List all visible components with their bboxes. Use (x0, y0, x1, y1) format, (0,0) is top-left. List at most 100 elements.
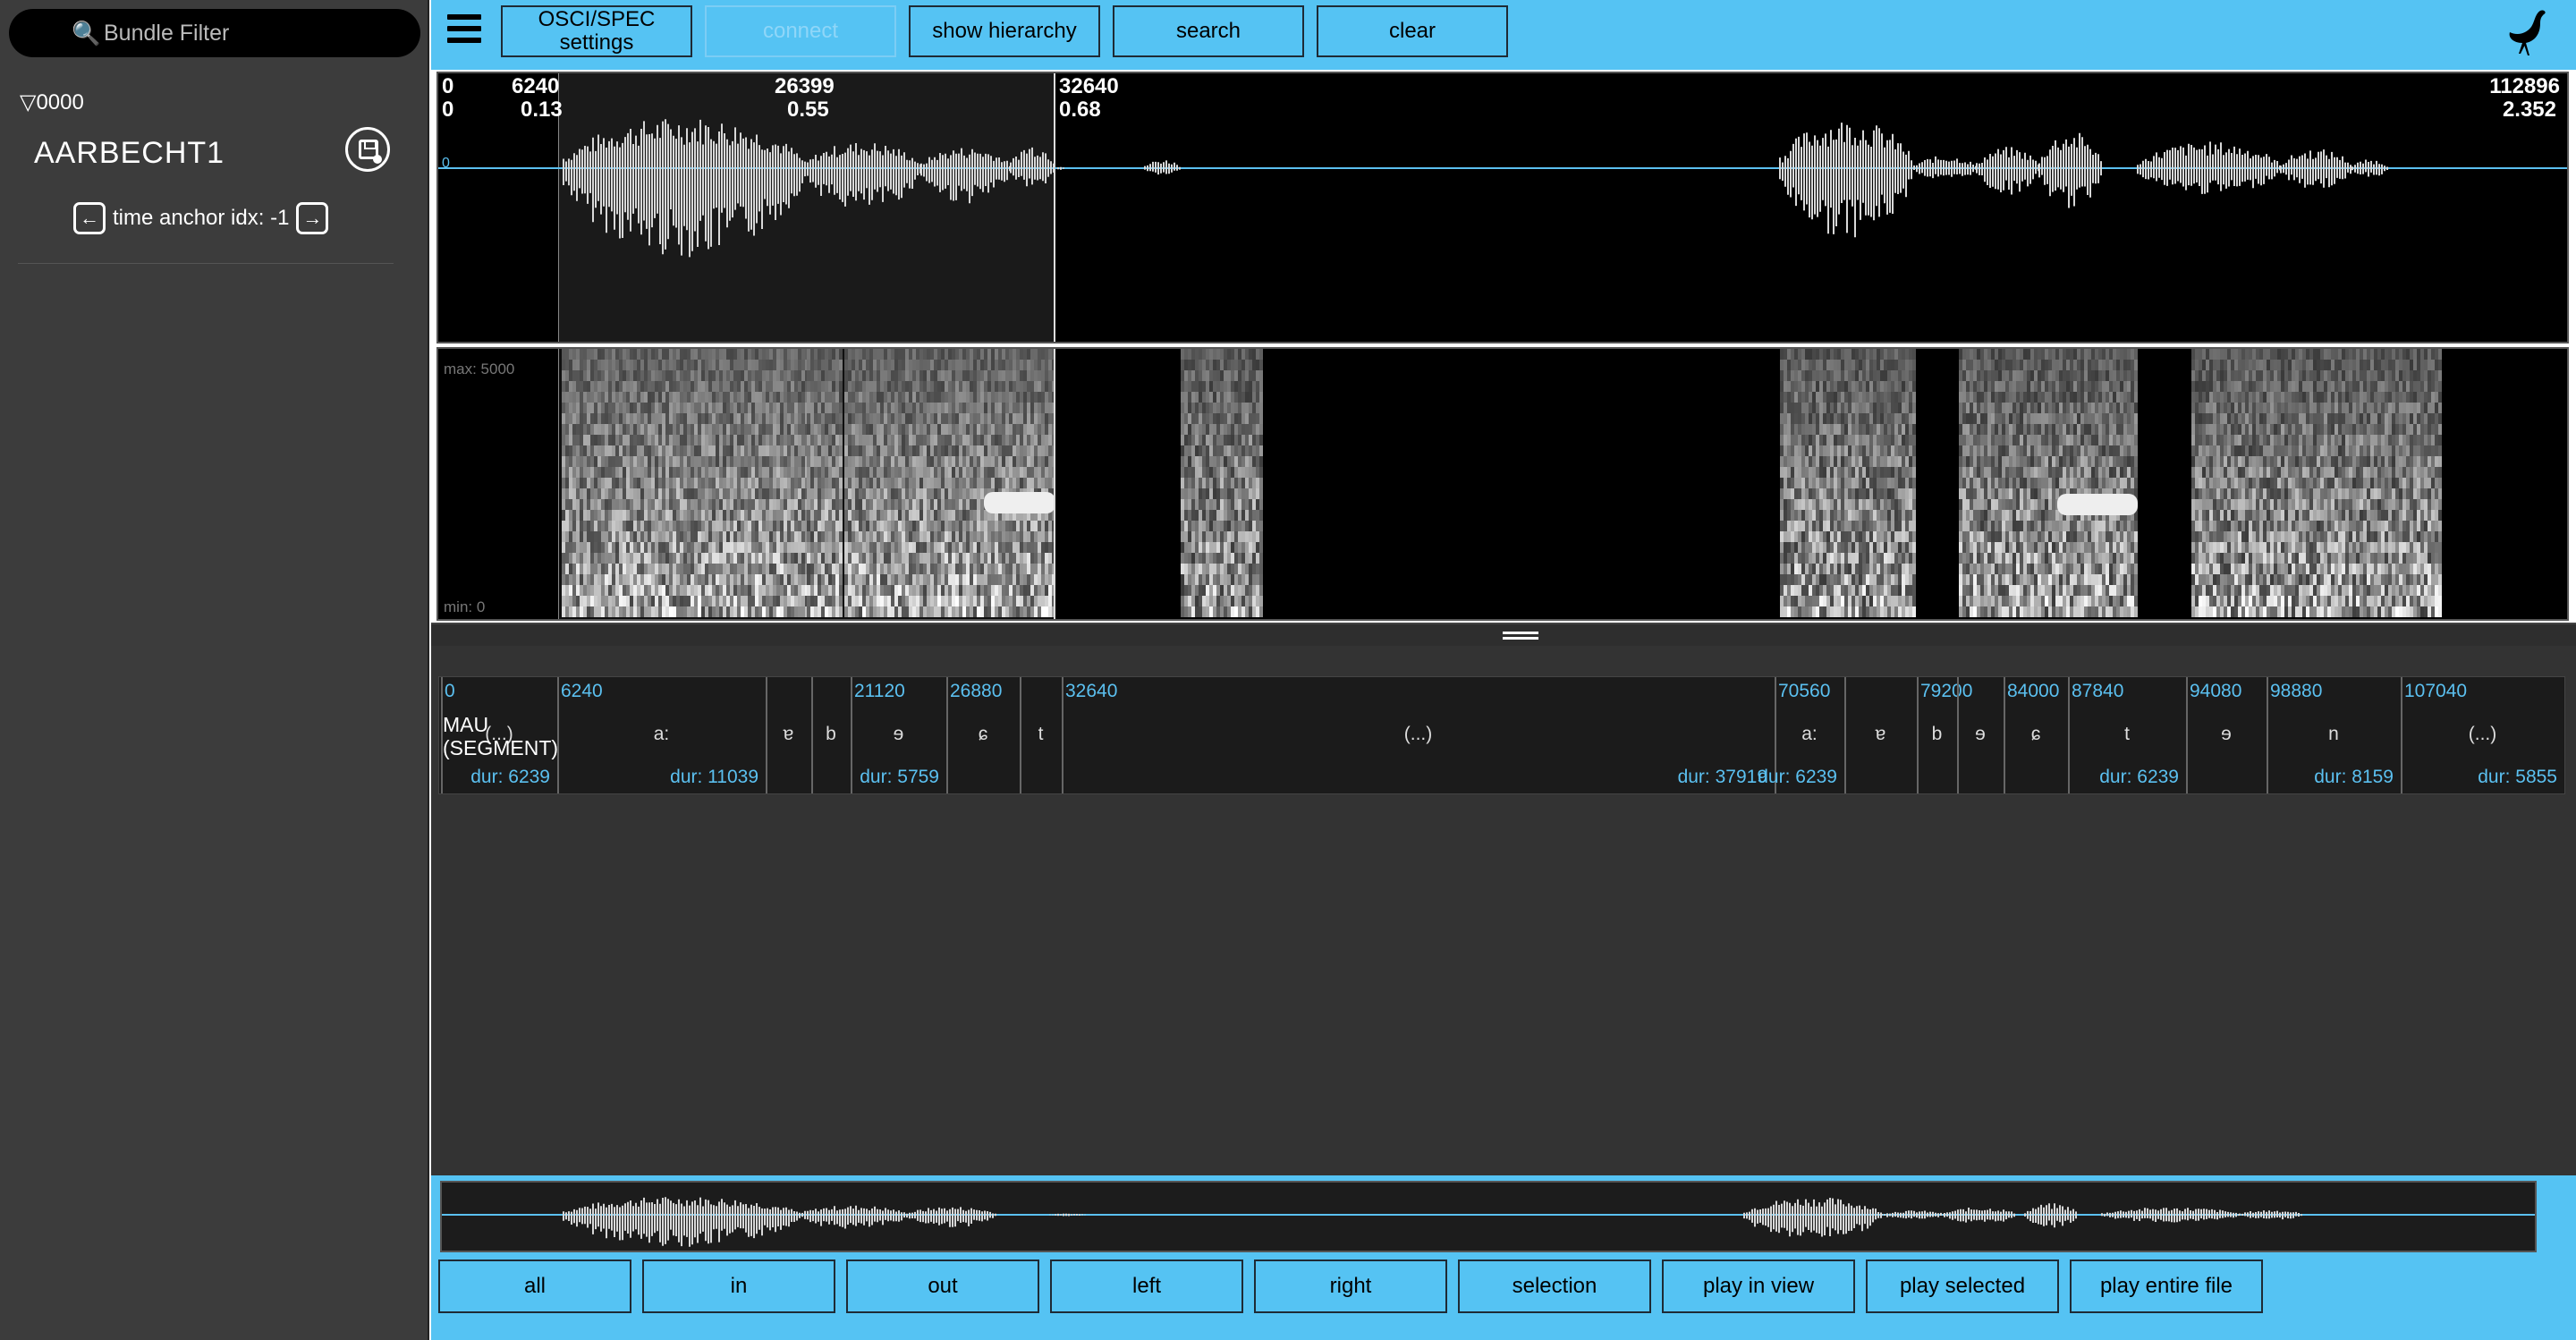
segment-boundary[interactable] (946, 677, 948, 793)
bundle-name[interactable]: AARBECHT1 (34, 136, 225, 171)
zero-line-label: 0 (442, 156, 450, 171)
time-anchor-control: ← time anchor idx: -1 → (73, 200, 329, 236)
view-end-time: 2.352 (2502, 98, 2556, 122)
zoom-all-button[interactable]: all (438, 1259, 631, 1313)
segment-start-sample: 94080 (2190, 681, 2242, 701)
top-menu-bar: OSCI/SPEC settings connect show hierarch… (431, 0, 2576, 70)
segment-boundary[interactable] (2068, 677, 2070, 793)
level-name-line2: (SEGMENT) (443, 736, 559, 759)
segment-label[interactable]: b (1932, 724, 1943, 745)
segment-label[interactable]: a: (1801, 724, 1818, 745)
osci-spec-settings-button[interactable]: OSCI/SPEC settings (501, 5, 692, 57)
segment-start-sample: 70560 (1778, 681, 1831, 701)
panel-resize-handle[interactable] (431, 623, 2576, 646)
bundle-filter[interactable]: 🔍 (9, 9, 420, 57)
selection-region (558, 349, 1054, 619)
selection-end-time: 0.68 (1059, 98, 1101, 122)
segment-start-sample: 6240 (561, 681, 603, 701)
segment-boundary[interactable] (811, 677, 813, 793)
search-button[interactable]: search (1113, 5, 1304, 57)
segment-label[interactable]: ɘ (894, 724, 904, 745)
divider (18, 263, 394, 264)
bundle-filter-input[interactable] (104, 16, 399, 50)
segment-label[interactable]: ɘ (1975, 724, 1986, 745)
bottom-menu-bar: all in out left right selection play in … (431, 1175, 2576, 1340)
settings-label-line2: settings (559, 30, 634, 55)
segment-label[interactable]: ɕ (979, 724, 988, 745)
cursor-sample: 26399 (775, 74, 835, 98)
overview-minimap[interactable] (440, 1181, 2537, 1252)
search-icon: 🔍 (72, 20, 101, 47)
spectrogram-min-label: min: 0 (444, 598, 486, 615)
segment-boundary[interactable] (2401, 677, 2402, 793)
overview-waveform (442, 1197, 2535, 1247)
bundle-list-sidebar: 🔍 ▽0000 AARBECHT1 ← time anchor idx: -1 … (0, 0, 429, 1340)
segment-label[interactable]: (...) (2469, 724, 2497, 745)
segment-start-sample: 98880 (2270, 681, 2323, 701)
view-start-sample: 0 (442, 74, 454, 98)
segment-start-sample: 107040 (2404, 681, 2468, 701)
segment-label[interactable]: (...) (1404, 724, 1433, 745)
segment-label[interactable]: t (1038, 724, 1044, 745)
zoom-in-button[interactable]: in (642, 1259, 835, 1313)
scroll-right-button[interactable]: right (1254, 1259, 1447, 1313)
emu-logo-icon (2509, 10, 2546, 55)
level-name-line1: MAU (443, 713, 489, 736)
segment-boundary[interactable] (1957, 677, 1959, 793)
selection-end-sample: 32640 (1059, 74, 1119, 98)
segment-boundary[interactable] (2267, 677, 2268, 793)
levels-area: 0 (...) dur: 6239 6240 a: dur: 11039 ɐ b 21120 ɘ d… (431, 646, 2576, 1177)
segment-duration: dur: 5855 (2478, 767, 2557, 787)
prev-anchor-icon[interactable]: ← (73, 202, 106, 234)
selection-start-sample: 6240 (512, 74, 560, 98)
segment-duration: dur: 6239 (2099, 767, 2179, 787)
zoom-selection-button[interactable]: selection (1458, 1259, 1651, 1313)
segment-boundary[interactable] (1062, 677, 1063, 793)
show-hierarchy-button[interactable]: show hierarchy (909, 5, 1100, 57)
waveform (438, 119, 2567, 258)
play-selected-button[interactable]: play selected (1866, 1259, 2059, 1313)
segment-label[interactable]: a: (654, 724, 670, 745)
segment-start-sample: 26880 (950, 681, 1003, 701)
segment-boundary[interactable] (1020, 677, 1021, 793)
level-name: MAU (SEGMENT) (443, 713, 558, 759)
cursor-time: 0.55 (787, 98, 829, 122)
save-bundle-icon[interactable] (345, 127, 390, 172)
segment-label[interactable]: ɐ (1876, 724, 1886, 745)
zoom-out-button[interactable]: out (846, 1259, 1039, 1313)
clear-button[interactable]: clear (1317, 5, 1508, 57)
selection-start-time: 0.13 (521, 98, 563, 122)
segment-boundary[interactable] (851, 677, 852, 793)
spectrogram-panel[interactable]: max: 5000 min: 0 (436, 347, 2569, 621)
segment-start-sample: 87840 (2072, 681, 2124, 701)
segment-start-sample: 21120 (854, 681, 905, 701)
mau-segment-level[interactable]: 0 (...) dur: 6239 6240 a: dur: 11039 ɐ b 21120 ɘ d… (438, 676, 2565, 794)
next-anchor-icon[interactable]: → (296, 202, 329, 234)
segment-boundary[interactable] (766, 677, 767, 793)
settings-label-line1: OSCI/SPEC (538, 7, 656, 31)
segment-label[interactable]: t (2124, 724, 2130, 745)
segment-duration: dur: 6239 (1758, 767, 1837, 787)
segment-label[interactable]: ɕ (2031, 724, 2041, 745)
play-entire-file-button[interactable]: play entire file (2070, 1259, 2263, 1313)
segment-label[interactable]: n (2328, 724, 2339, 745)
session-toggle[interactable]: ▽0000 (20, 89, 84, 115)
play-in-view-button[interactable]: play in view (1662, 1259, 1855, 1313)
segment-boundary[interactable] (2004, 677, 2005, 793)
connect-button[interactable]: connect (705, 5, 896, 57)
segment-label[interactable]: ɘ (2221, 724, 2232, 745)
selection-start-line (558, 349, 559, 619)
segment-label[interactable]: ɐ (784, 724, 794, 745)
segment-start-sample: 84000 (2007, 681, 2060, 701)
segment-boundary[interactable] (1844, 677, 1846, 793)
segment-boundary[interactable] (2186, 677, 2188, 793)
scroll-left-button[interactable]: left (1050, 1259, 1243, 1313)
hamburger-menu-icon[interactable] (447, 14, 481, 50)
segment-start-sample: 32640 (1065, 681, 1118, 701)
selection-end-line (1054, 349, 1055, 619)
spectrogram-max-label: max: 5000 (444, 360, 515, 377)
segment-duration: dur: 37919 (1677, 767, 1767, 787)
segment-label[interactable]: b (826, 724, 836, 745)
segment-boundary[interactable] (1917, 677, 1919, 793)
oscillogram-panel[interactable]: 0 0 6240 0.13 26399 0.55 32640 0.68 1128… (436, 72, 2569, 343)
